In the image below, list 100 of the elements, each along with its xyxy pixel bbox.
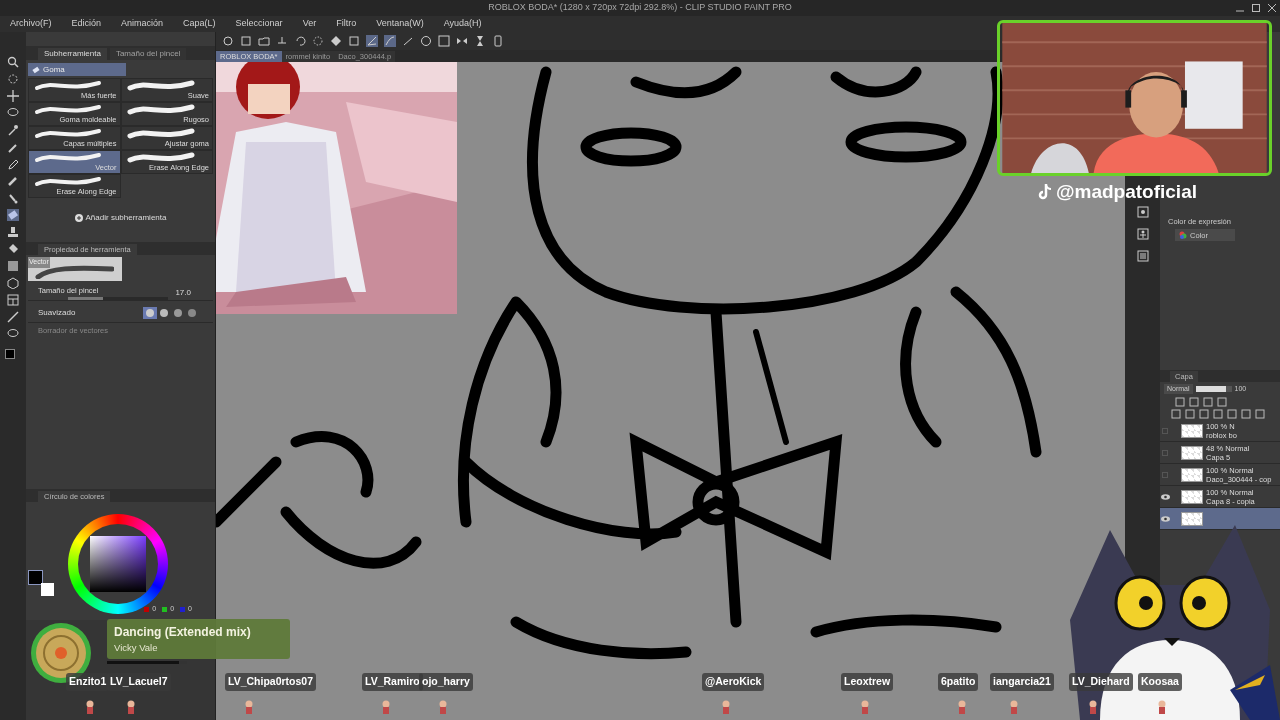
line-icon[interactable]: [402, 35, 414, 47]
visibility-checkbox[interactable]: [1162, 471, 1168, 478]
main-color-swatch[interactable]: [28, 570, 43, 585]
brush-icon[interactable]: [7, 192, 19, 204]
sprite-icon: [86, 700, 94, 714]
new-file-icon[interactable]: [240, 35, 252, 47]
eye-icon[interactable]: [1160, 515, 1170, 522]
frame-icon[interactable]: [7, 294, 19, 306]
layer-thumbnail: [1181, 511, 1203, 526]
main-color-swatch[interactable]: [5, 349, 15, 359]
visibility-checkbox[interactable]: [1162, 427, 1168, 434]
brush-size-slider[interactable]: [68, 297, 168, 300]
dotted-circle-icon[interactable]: [312, 35, 324, 47]
help-icon[interactable]: [420, 35, 432, 47]
search-icon[interactable]: [7, 56, 19, 68]
layer-thumbnail: [1181, 423, 1203, 438]
menu-item[interactable]: Seleccionar: [235, 17, 283, 31]
eyedropper-icon[interactable]: [7, 141, 19, 153]
gradient-icon[interactable]: [7, 260, 19, 272]
channel-swatch-icon: [180, 606, 186, 612]
chat-username: iangarcia21: [990, 673, 1054, 691]
wand-icon[interactable]: [7, 124, 19, 136]
panel-tab[interactable]: Subherramienta: [38, 48, 107, 60]
pencil-icon[interactable]: [7, 175, 19, 187]
chat-username: LV_Chipa0rtos07: [225, 673, 316, 691]
flip-vertical-icon[interactable]: [474, 35, 486, 47]
lasso-icon[interactable]: [7, 107, 19, 119]
sub-color-swatch[interactable]: [41, 583, 54, 596]
move-icon[interactable]: [7, 90, 19, 102]
sprite-icon: [127, 700, 135, 714]
stroke-preview: [33, 128, 103, 140]
add-subtool-button[interactable]: Añadir subherramienta: [74, 212, 167, 224]
layer-thumbnail: [1181, 489, 1203, 504]
fill-icon[interactable]: [330, 35, 342, 47]
music-note-icon: [1038, 184, 1052, 201]
sprite-icon: [722, 700, 730, 714]
balloon-icon[interactable]: [7, 328, 19, 340]
close-icon[interactable]: [1268, 4, 1276, 12]
menu-item[interactable]: Ver: [302, 17, 317, 31]
figure-icon[interactable]: [1136, 228, 1149, 240]
transform-icon[interactable]: [438, 35, 450, 47]
plus-icon: [74, 214, 83, 222]
grid-icon[interactable]: [1136, 250, 1149, 262]
subtool-group-tab[interactable]: Goma: [28, 63, 126, 76]
chat-username: @AeroKick: [702, 673, 765, 691]
visibility-checkbox[interactable]: [1162, 449, 1168, 456]
stroke-preview: [125, 80, 196, 92]
layer-thumbnail: [1181, 467, 1203, 482]
chat-username: LV_Diehard: [1069, 673, 1133, 691]
panel-tab[interactable]: Tamaño del pincel: [109, 48, 187, 60]
color-mode-icon: [1179, 231, 1187, 240]
channel-handle: @madpatoficial: [1056, 180, 1197, 204]
channel-swatch-icon: [162, 606, 168, 612]
crop-icon[interactable]: [348, 35, 360, 47]
stroke-preview: [33, 104, 103, 116]
chat-username: LV_Ramiro: [362, 673, 423, 691]
rotate-icon[interactable]: [7, 73, 19, 85]
menu-item[interactable]: Archivo(F): [10, 17, 52, 31]
navigator-icon[interactable]: [1136, 206, 1149, 218]
flip-horizontal-icon[interactable]: [456, 35, 468, 47]
channel-swatch-icon: [144, 606, 150, 612]
sprite-icon: [861, 700, 869, 714]
chat-username: ojo_harry: [419, 673, 473, 691]
eraser-icon[interactable]: [7, 209, 19, 221]
stroke-preview: [33, 80, 103, 92]
sprite-icon: [439, 700, 447, 714]
circle-icon[interactable]: [222, 35, 234, 47]
hexagon-icon[interactable]: [7, 277, 19, 289]
pen-icon[interactable]: [7, 158, 19, 170]
brush-size-value[interactable]: 17.0: [175, 287, 191, 299]
menu-item[interactable]: Ventana(W): [376, 17, 424, 31]
bucket-icon[interactable]: [7, 243, 19, 255]
curve-ruler-icon[interactable]: [384, 35, 396, 47]
stroke-preview: [125, 104, 196, 116]
group-label: Goma: [43, 63, 65, 76]
stroke-preview: [125, 128, 196, 140]
sprite-icon: [1010, 700, 1018, 714]
color-square[interactable]: [90, 536, 146, 592]
sprite-icon: [1158, 700, 1166, 714]
layer-row[interactable]: [1160, 508, 1280, 530]
eraser-icon: [32, 65, 40, 74]
phone-icon[interactable]: [492, 35, 504, 47]
folder-icon[interactable]: [258, 35, 270, 47]
menu-item[interactable]: Capa(L): [183, 17, 216, 31]
menu-item[interactable]: Ayuda(H): [443, 17, 482, 31]
export-icon[interactable]: [276, 35, 288, 47]
sprite-icon: [245, 700, 253, 714]
ruler-icon[interactable]: [7, 311, 19, 323]
sprite-icon: [1089, 700, 1097, 714]
layer-thumbnail: [1181, 445, 1203, 460]
menu-item[interactable]: Edición: [71, 17, 102, 31]
window-title: ROBLOX BODA* (1280 x 720px 72dpi 292.8%) - CLIP STUDIO PAINT PRO: [488, 1, 792, 15]
eye-icon[interactable]: [1160, 493, 1170, 500]
stamp-icon[interactable]: [7, 226, 19, 238]
song-artist: Vicky Vale: [114, 641, 159, 655]
stroke-preview: [33, 176, 103, 188]
undo-icon[interactable]: [294, 35, 306, 47]
menu-item[interactable]: Filtro: [336, 17, 357, 31]
maximize-icon[interactable]: [1252, 4, 1260, 12]
menu-item[interactable]: Animación: [121, 17, 164, 31]
